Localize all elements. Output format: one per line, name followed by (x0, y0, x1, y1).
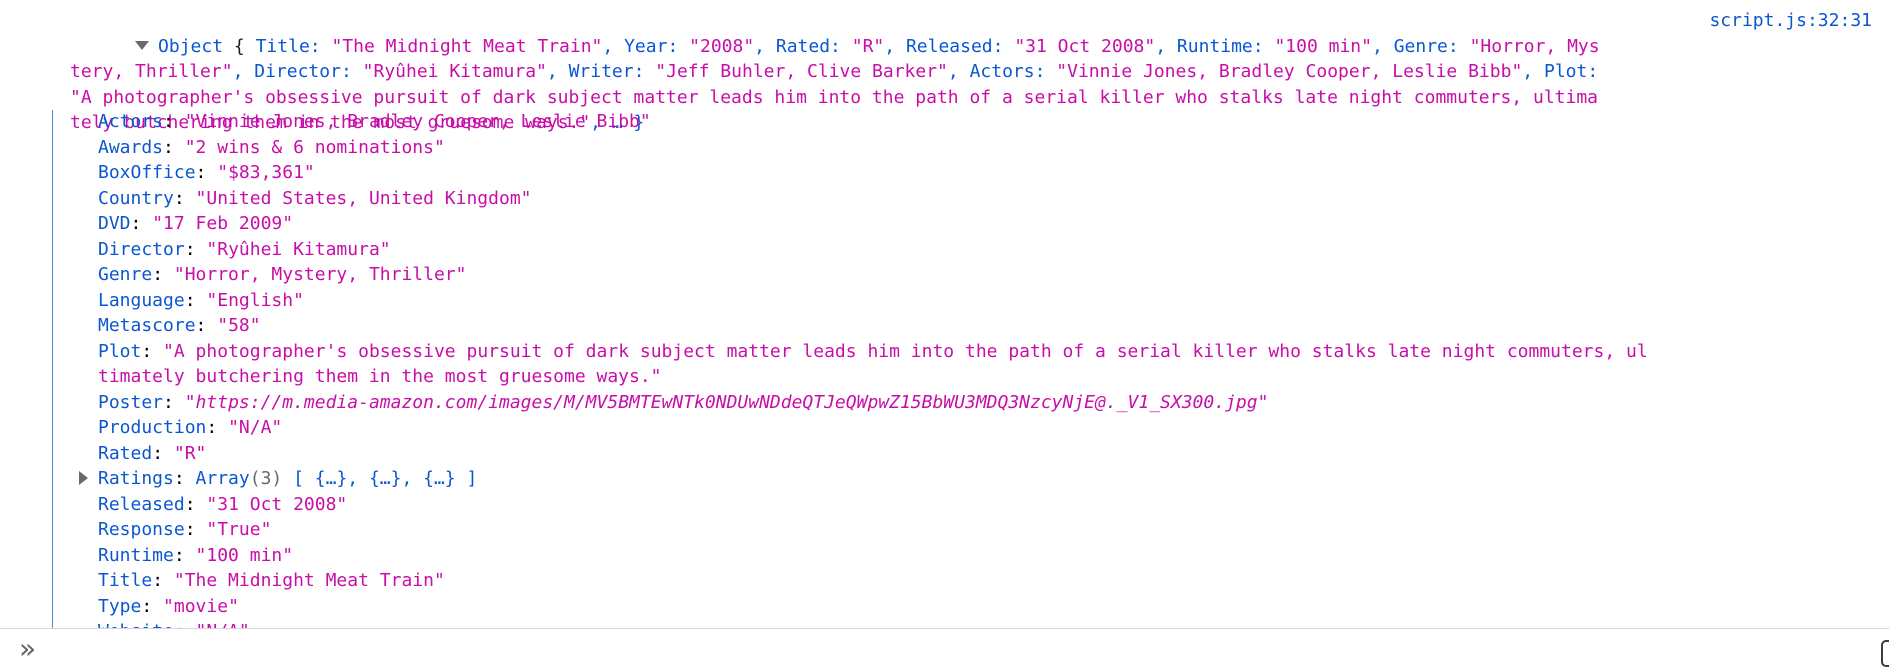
property-row: Language: "English" (98, 289, 304, 311)
property-row[interactable]: Ratings: Array(3) [ {…}, {…}, {…} ] (79, 466, 1658, 492)
property-row: Country: "United States, United Kingdom" (98, 187, 532, 209)
property-key: Title (98, 570, 153, 591)
property-key: BoxOffice (98, 162, 196, 183)
property-row: Genre: "Horror, Mystery, Thriller" (98, 264, 467, 285)
console-log-message: script.js:32:31 Object { Title: "The Mid… (0, 0, 1889, 629)
property-row: Poster: "https://m.media-amazon.com/imag… (98, 391, 1269, 413)
property-value: "N/A" (228, 417, 283, 438)
property-key: Language (98, 289, 185, 311)
summary-value: "31 Oct 2008" (1014, 35, 1156, 57)
property-row: Actors: "Vinnie Jones, Bradley Cooper, L… (98, 111, 651, 132)
property-value: "$83,361" (217, 162, 315, 183)
summary-key: Plot (1543, 61, 1588, 82)
property-key: Genre (98, 264, 153, 285)
property-key: Metascore (98, 315, 196, 336)
summary-key: Released (905, 35, 993, 57)
property-value: "58" (217, 315, 261, 336)
property-value: "2 wins & 6 nominations" (184, 136, 445, 158)
property-row: Plot: "A photographer's obsessive pursui… (98, 340, 1648, 388)
property-value: "movie" (163, 595, 239, 617)
property-key: Actors (98, 111, 164, 132)
property-row: Type: "movie" (98, 595, 239, 617)
property-key: Website (98, 621, 174, 628)
summary-value: "2008" (689, 35, 755, 57)
open-brace: { (233, 35, 245, 57)
summary-key: Actors (969, 61, 1035, 82)
property-value: "Horror, Mystery, Thriller" (173, 264, 467, 285)
summary-key: Writer (568, 61, 634, 82)
summary-key: Runtime (1176, 35, 1253, 57)
property-value: "Ryûhei Kitamura" (206, 238, 391, 260)
property-value: "United States, United Kingdom" (195, 187, 532, 209)
property-row: Rated: "R" (98, 442, 207, 464)
array-count: (3) (249, 468, 283, 489)
property-key: Rated (98, 442, 153, 464)
property-value: "31 Oct 2008" (206, 493, 348, 515)
summary-value: "Ryûhei Kitamura" (362, 61, 547, 82)
summary-value: "The Midnight Meat Train" (331, 35, 603, 57)
property-row: Runtime: "100 min" (98, 544, 294, 566)
triangle-down-icon[interactable] (135, 40, 150, 50)
object-properties: Actors: "Vinnie Jones, Bradley Cooper, L… (79, 109, 1658, 628)
property-row: Awards: "2 wins & 6 nominations" (98, 136, 445, 158)
summary-value: "Vinnie Jones, Bradley Cooper, Leslie Bi… (1056, 61, 1523, 82)
property-key: Response (98, 519, 185, 540)
property-value: "17 Feb 2009" (152, 213, 294, 234)
summary-value: "100 min" (1274, 35, 1372, 57)
property-row: Released: "31 Oct 2008" (98, 493, 348, 515)
property-value: "Vinnie Jones, Bradley Cooper, Leslie Bi… (184, 111, 651, 132)
summary-key: Genre (1393, 35, 1448, 57)
property-key: Country (98, 187, 174, 209)
property-row: BoxOffice: "$83,361" (98, 162, 315, 183)
property-key: Awards (98, 136, 164, 158)
sidebar-toggle-icon[interactable] (1881, 640, 1889, 667)
property-value: "N/A" (196, 621, 250, 628)
chevron-double-right-icon: » (19, 632, 37, 665)
property-value: "R" (173, 442, 207, 464)
property-key: Released (98, 493, 185, 515)
property-key: DVD (98, 213, 131, 234)
summary-key: Title (255, 35, 310, 57)
property-value: "True" (206, 519, 272, 540)
summary-key: Year (624, 35, 668, 57)
property-key: Ratings (98, 468, 174, 489)
property-row: Response: "True" (98, 519, 272, 540)
property-row: Director: "Ryûhei Kitamura" (98, 238, 391, 260)
array-preview: [ {…}, {…}, {…} ] (293, 468, 478, 489)
summary-value: "Jeff Buhler, Clive Barker" (655, 61, 948, 82)
summary-key: Rated (775, 35, 831, 57)
property-row: Title: "The Midnight Meat Train" (98, 570, 445, 591)
property-value: "English" (206, 289, 304, 311)
property-key: Production (98, 417, 207, 438)
property-key: Plot (98, 340, 142, 362)
property-key: Runtime (98, 544, 174, 566)
property-value: "The Midnight Meat Train" (173, 570, 445, 591)
property-key: Poster (98, 391, 164, 413)
source-location-link[interactable]: script.js:32:31 (1709, 8, 1872, 34)
triangle-right-icon[interactable] (79, 471, 88, 485)
property-row: Metascore: "58" (98, 315, 261, 336)
summary-value: "R" (851, 35, 885, 57)
property-value: "100 min" (195, 544, 294, 566)
console-prompt: » (0, 629, 1889, 667)
property-row: Production: "N/A" (98, 417, 283, 438)
property-key: Director (98, 238, 185, 260)
array-type-label: Array (195, 468, 250, 489)
property-key: Type (98, 595, 142, 617)
property-url-value[interactable]: "https://m.media-amazon.com/images/M/MV5… (185, 392, 1269, 413)
console-panel: script.js:32:31 Object { Title: "The Mid… (0, 0, 1889, 667)
console-input[interactable] (60, 635, 1864, 663)
summary-key: Director (254, 61, 341, 82)
property-row: Website: "N/A" (98, 619, 1658, 628)
property-row: DVD: "17 Feb 2009" (98, 213, 294, 234)
object-type-label: Object (158, 35, 224, 57)
property-value: "A photographer's obsessive pursuit of d… (98, 340, 1648, 388)
expanded-guide-line (52, 110, 53, 628)
